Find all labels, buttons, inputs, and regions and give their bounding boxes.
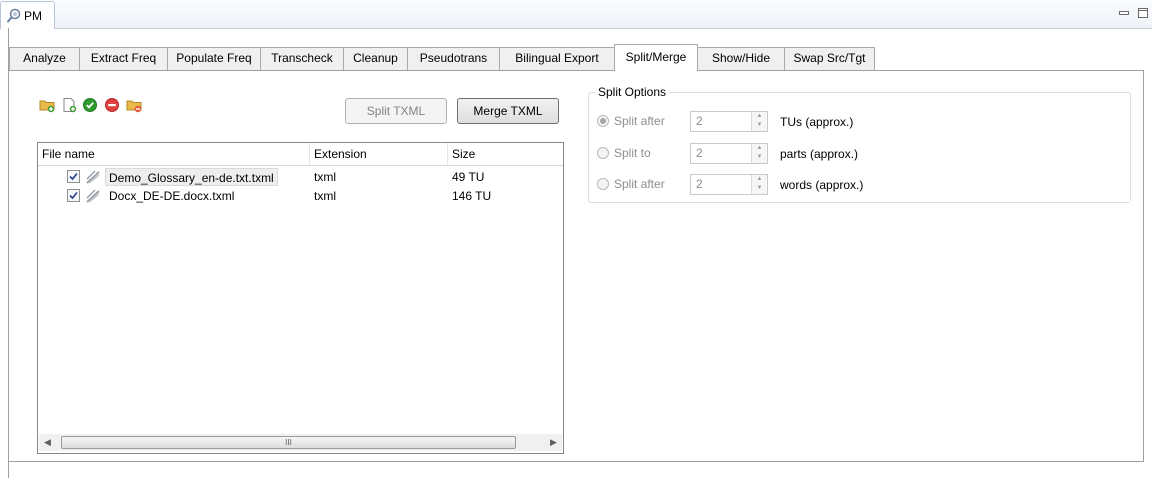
tab-bilingual-export[interactable]: Bilingual Export — [499, 47, 615, 70]
table-header: File name Extension Size — [38, 143, 563, 166]
split-after-tus-unit: TUs (approx.) — [780, 115, 854, 129]
tab-show-hide[interactable]: Show/Hide — [697, 47, 785, 70]
open-folder-icon[interactable] — [126, 97, 142, 113]
cell-size: 146 TU — [452, 189, 492, 203]
spinner-arrows[interactable]: ▲ ▼ — [751, 175, 767, 194]
maximize-icon[interactable] — [1137, 7, 1149, 19]
column-header-file-name[interactable]: File name — [38, 143, 310, 165]
split-after-words-label: Split after — [614, 177, 665, 191]
split-after-words-unit: words (approx.) — [780, 178, 864, 192]
view-tab-pm[interactable]: PM — [0, 1, 55, 29]
split-after-tus-label: Split after — [614, 114, 665, 128]
scroll-left-icon[interactable]: ◀ — [39, 434, 56, 451]
tab-extract-freq[interactable]: Extract Freq — [79, 47, 168, 70]
merge-txml-button[interactable]: Merge TXML — [457, 98, 559, 124]
add-folder-icon[interactable] — [39, 97, 55, 113]
scroll-right-icon[interactable]: ▶ — [545, 434, 562, 451]
row-checkbox[interactable] — [67, 189, 80, 202]
file-table[interactable]: File name Extension Size Demo_Glossary_e… — [37, 142, 564, 454]
split-after-words-spinner[interactable]: 2 ▲ ▼ — [690, 174, 768, 195]
remove-icon[interactable] — [104, 97, 120, 113]
tab-analyze[interactable]: Analyze — [9, 47, 80, 70]
split-to-parts-radio[interactable] — [597, 147, 609, 159]
spin-down-icon[interactable]: ▼ — [752, 153, 767, 162]
cell-file-name: Docx_DE-DE.docx.txml — [109, 189, 235, 203]
split-to-parts-unit: parts (approx.) — [780, 147, 859, 161]
split-options-legend: Split Options — [595, 85, 670, 99]
column-header-extension[interactable]: Extension — [310, 143, 448, 165]
row-checkbox[interactable] — [67, 170, 80, 183]
spinner-arrows[interactable]: ▲ ▼ — [751, 112, 767, 131]
column-header-size[interactable]: Size — [448, 143, 563, 165]
spin-down-icon[interactable]: ▼ — [752, 184, 767, 193]
view-title: PM — [24, 9, 42, 23]
add-file-icon[interactable] — [61, 97, 77, 113]
split-after-tus-spinner[interactable]: 2 ▲ ▼ — [690, 111, 768, 132]
tab-swap-src-tgt[interactable]: Swap Src/Tgt — [784, 47, 875, 70]
tab-pseudotrans[interactable]: Pseudotrans — [407, 47, 500, 70]
view-title-bar: PM — [0, 0, 1152, 29]
tab-split-merge[interactable]: Split/Merge — [614, 44, 698, 71]
spinner-arrows[interactable]: ▲ ▼ — [751, 144, 767, 163]
spin-up-icon[interactable]: ▲ — [752, 144, 767, 153]
table-row[interactable]: Demo_Glossary_en-de.txt.txml txml 49 TU — [38, 168, 563, 186]
cell-extension: txml — [314, 170, 336, 184]
minimize-icon[interactable] — [1118, 7, 1130, 19]
txml-file-icon — [86, 170, 100, 184]
horizontal-scrollbar[interactable]: ◀ III ▶ — [39, 434, 562, 451]
tab-populate-freq[interactable]: Populate Freq — [167, 47, 261, 70]
scrollbar-thumb[interactable]: III — [61, 436, 516, 449]
spinner-value: 2 — [696, 114, 703, 128]
txml-file-icon — [86, 189, 100, 203]
spin-up-icon[interactable]: ▲ — [752, 112, 767, 121]
split-after-words-radio[interactable] — [597, 178, 609, 190]
split-to-parts-spinner[interactable]: 2 ▲ ▼ — [690, 143, 768, 164]
cell-file-name: Demo_Glossary_en-de.txt.txml — [105, 168, 278, 186]
split-txml-button[interactable]: Split TXML — [345, 98, 447, 124]
spin-up-icon[interactable]: ▲ — [752, 175, 767, 184]
spin-down-icon[interactable]: ▼ — [752, 121, 767, 130]
cell-extension: txml — [314, 189, 336, 203]
split-to-parts-label: Split to — [614, 146, 651, 160]
split-after-tus-radio[interactable] — [597, 115, 609, 127]
spinner-value: 2 — [696, 177, 703, 191]
table-row[interactable]: Docx_DE-DE.docx.txml txml 146 TU — [38, 187, 563, 205]
spinner-value: 2 — [696, 146, 703, 160]
pm-view-icon — [6, 8, 21, 23]
tab-cleanup[interactable]: Cleanup — [343, 47, 408, 70]
check-icon[interactable] — [82, 97, 98, 113]
cell-size: 49 TU — [452, 170, 485, 184]
tab-transcheck[interactable]: Transcheck — [260, 47, 344, 70]
